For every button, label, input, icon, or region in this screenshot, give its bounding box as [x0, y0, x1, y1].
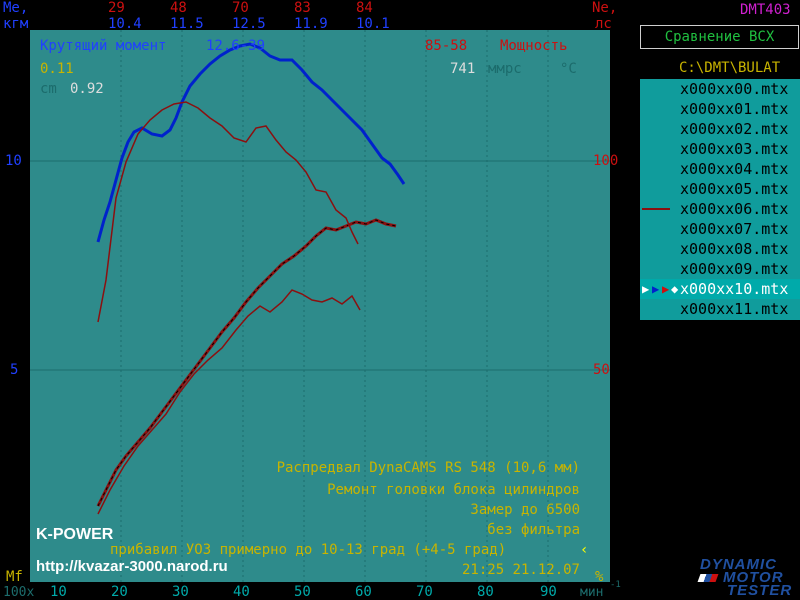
header-col-3-top: 70 — [232, 0, 249, 16]
device-model: DMT403 — [740, 2, 791, 18]
file-item[interactable]: x000xx03.mtx — [640, 139, 800, 159]
file-name: x000xx09.mtx — [680, 260, 789, 278]
value-a: 0.11 — [40, 61, 74, 77]
x-tick-30: 30 — [172, 584, 189, 600]
temperature-unit: °C — [560, 61, 577, 77]
note-4: без фильтра — [487, 522, 580, 538]
y-right-tick-50: 50 — [593, 362, 610, 378]
note-2: Ремонт головки блока цилиндров — [327, 482, 580, 498]
file-item[interactable]: x000xx09.mtx — [640, 259, 800, 279]
x-tick-70: 70 — [416, 584, 433, 600]
file-item[interactable]: x000xx01.mtx — [640, 99, 800, 119]
cm-value: 0.92 — [70, 81, 104, 97]
file-name: x000xx02.mtx — [680, 120, 789, 138]
header-col-4-top: 83 — [294, 0, 311, 16]
file-item[interactable]: x000xx08.mtx — [640, 239, 800, 259]
file-name: x000xx07.mtx — [680, 220, 789, 238]
percent-label: % — [595, 569, 604, 585]
power-legend-value: 85-58 — [425, 38, 468, 54]
power-unit-label: Ne, — [592, 0, 618, 16]
x-tick-50: 50 — [294, 584, 311, 600]
x-tick-40: 40 — [233, 584, 250, 600]
mf-label: Mf — [6, 569, 23, 585]
y-left-tick-5: 5 — [10, 362, 19, 378]
note-3: Замер до 6500 — [470, 502, 580, 518]
x-tick-20: 20 — [111, 584, 128, 600]
note-1: Распредвал DynaCAMS RS 548 (10,6 мм) — [276, 460, 580, 476]
file-item[interactable]: x000xx05.mtx — [640, 179, 800, 199]
datetime: 21:25 21.12.07 — [461, 562, 580, 578]
file-name: x000xx01.mtx — [680, 100, 789, 118]
file-item[interactable]: x000xx11.mtx — [640, 299, 800, 319]
note-5-marker: ‹ — [580, 542, 589, 558]
file-item-selected[interactable]: ▶ ▶ ▶ ◆ x000xx10.mtx — [640, 279, 800, 299]
selection-arrow-blue-icon: ▶ — [652, 282, 660, 296]
file-item[interactable]: x000xx00.mtx — [640, 79, 800, 99]
brand-label: K-POWER — [36, 526, 114, 543]
file-name: x000xx05.mtx — [680, 180, 789, 198]
torque-unit-kgm: кгм — [3, 16, 29, 32]
y-left-tick-10: 10 — [5, 153, 22, 169]
pressure-unit: ммрс — [488, 61, 522, 77]
rpm-unit: мин — [580, 585, 604, 600]
file-name: x000xx00.mtx — [680, 80, 789, 98]
header-col-1-top: 29 — [108, 0, 125, 16]
selection-arrow-icon: ▶ — [642, 282, 650, 296]
compare-line-marker — [642, 208, 670, 210]
logo-stripes-icon — [697, 574, 719, 582]
compare-button[interactable]: Сравнение ВСХ — [640, 25, 799, 49]
plot-grid — [30, 30, 610, 582]
note-5: прибавил УОЗ примерно до 10-13 град (+4-… — [110, 542, 507, 558]
power-legend-label: Мощность — [500, 38, 568, 54]
file-item[interactable]: x000xx07.mtx — [640, 219, 800, 239]
torque-legend-label: Крутящий момент — [40, 38, 167, 54]
x-tick-60: 60 — [355, 584, 372, 600]
compare-torque-curve — [97, 101, 359, 323]
website-url: http://kvazar-3000.narod.ru — [36, 558, 228, 575]
torque-unit-label: Me, — [3, 0, 29, 16]
pressure-value: 741 — [450, 61, 476, 77]
directory-path: C:\DMT\BULAT — [679, 60, 781, 76]
file-item-compare[interactable]: x000xx06.mtx — [640, 199, 800, 219]
rpm-multiplier: 100x — [3, 585, 35, 600]
header-col-2-top: 48 — [170, 0, 187, 16]
file-item[interactable]: x000xx04.mtx — [640, 159, 800, 179]
logo: DYNAMIC MOTOR TESTER — [695, 556, 800, 600]
rpm-unit-exponent: -1 — [610, 580, 621, 590]
selection-diamond-icon: ◆ — [671, 282, 679, 296]
file-name: x000xx06.mtx — [680, 200, 789, 218]
x-tick-80: 80 — [477, 584, 494, 600]
plot-area: Крутящий момент 12.6-39 85-58 Мощность 0… — [30, 30, 610, 582]
file-name: x000xx08.mtx — [680, 240, 789, 258]
file-name: x000xx04.mtx — [680, 160, 789, 178]
y-right-tick-100: 100 — [593, 153, 619, 169]
cm-label: cm — [40, 81, 57, 97]
header-col-5-top: 84 — [356, 0, 373, 16]
file-name: x000xx11.mtx — [680, 300, 789, 318]
selection-arrow-red-icon: ▶ — [662, 282, 670, 296]
file-item[interactable]: x000xx02.mtx — [640, 119, 800, 139]
file-name: x000xx10.mtx — [680, 280, 789, 298]
torque-legend-value: 12.6-39 — [206, 38, 266, 54]
x-tick-90: 90 — [540, 584, 557, 600]
file-name: x000xx03.mtx — [680, 140, 789, 158]
x-tick-10: 10 — [50, 584, 67, 600]
logo-line-3: TESTER — [727, 582, 793, 599]
torque-curve — [96, 42, 406, 243]
